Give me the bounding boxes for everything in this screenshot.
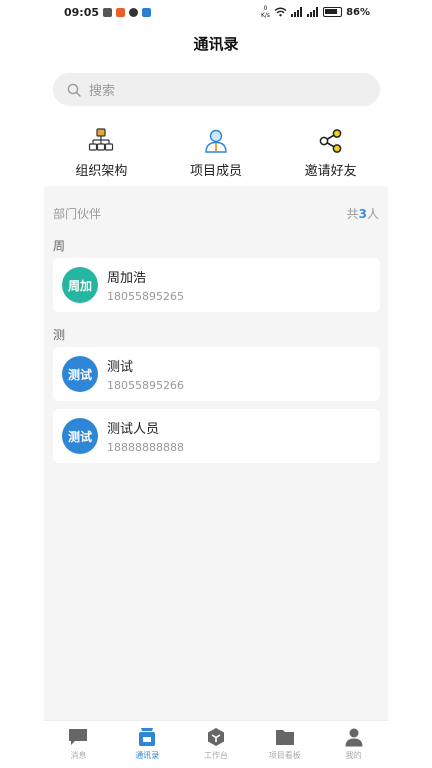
nav-project-board-label: 项目看板 bbox=[268, 751, 301, 760]
nav-workbench[interactable]: 工作台 bbox=[182, 721, 251, 768]
nav-contacts[interactable]: 通讯录 bbox=[113, 721, 182, 768]
project-members-button[interactable]: 项目成员 bbox=[159, 116, 274, 186]
profile-icon bbox=[344, 727, 364, 747]
net-speed: 0 K/s bbox=[261, 5, 270, 19]
contact-name: 周加浩 bbox=[107, 271, 147, 286]
search-input[interactable]: 搜索 bbox=[53, 73, 380, 106]
avatar: 测试 bbox=[62, 356, 98, 392]
avatar: 测试 bbox=[62, 418, 98, 454]
nav-profile-label: 我的 bbox=[345, 751, 362, 760]
invite-friends-label: 邀请好友 bbox=[304, 164, 357, 179]
group-letter: 周 bbox=[53, 239, 66, 253]
contact-name: 测试人员 bbox=[107, 422, 160, 437]
nav-messages[interactable]: 消息 bbox=[44, 721, 113, 768]
nav-contacts-label: 通讯录 bbox=[135, 751, 160, 760]
search-icon bbox=[67, 83, 81, 97]
status-bar: 09:05 0 K/s 86% bbox=[44, 0, 388, 24]
contact-name: 测试 bbox=[107, 360, 134, 375]
app-notification-icon bbox=[116, 7, 126, 17]
app2-notification-icon bbox=[142, 7, 152, 17]
workbench-icon bbox=[206, 727, 226, 747]
net-speed-value: 0 bbox=[263, 5, 268, 12]
signal-icon bbox=[291, 7, 303, 17]
message-notification-icon bbox=[129, 7, 139, 17]
member-count: 共3人 bbox=[347, 205, 379, 222]
project-members-label: 项目成员 bbox=[190, 164, 243, 179]
net-speed-unit: K/s bbox=[260, 12, 271, 19]
department-label: 部门伙伴 bbox=[53, 206, 102, 221]
member-count-value: 3 bbox=[358, 206, 367, 221]
member-count-suffix: 人 bbox=[366, 206, 379, 221]
person-icon bbox=[203, 128, 229, 154]
contact-card[interactable]: 测试 测试人员 18888888888 bbox=[53, 409, 380, 463]
nav-profile[interactable]: 我的 bbox=[319, 721, 388, 768]
app-screen: 09:05 0 K/s 86% 通讯录 搜索 组织架构 项目成员 邀请好友 部门… bbox=[44, 0, 388, 768]
signal2-icon bbox=[307, 7, 319, 17]
nav-messages-label: 消息 bbox=[70, 751, 87, 760]
contact-card[interactable]: 测试 测试 18055895266 bbox=[53, 347, 380, 401]
status-left: 09:05 bbox=[64, 5, 152, 19]
share-icon bbox=[318, 128, 344, 154]
quick-actions: 组织架构 项目成员 邀请好友 bbox=[44, 116, 388, 186]
member-count-prefix: 共 bbox=[346, 206, 359, 221]
org-structure-label: 组织架构 bbox=[75, 164, 128, 179]
group-letter: 测 bbox=[53, 328, 66, 342]
bottom-nav: 消息 通讯录 工作台 项目看板 我的 bbox=[44, 720, 388, 768]
contact-info: 测试人员 18888888888 bbox=[107, 418, 184, 454]
search-placeholder: 搜索 bbox=[89, 84, 116, 99]
status-time: 09:05 bbox=[64, 5, 100, 19]
nav-workbench-label: 工作台 bbox=[203, 751, 228, 760]
status-right: 0 K/s 86% bbox=[261, 5, 370, 19]
search-area: 搜索 bbox=[44, 64, 388, 116]
contact-phone: 18888888888 bbox=[107, 441, 184, 454]
contact-phone: 18055895266 bbox=[107, 379, 184, 392]
org-structure-button[interactable]: 组织架构 bbox=[44, 116, 159, 186]
contact-card[interactable]: 周加 周加浩 18055895265 bbox=[53, 258, 380, 312]
contact-info: 测试 18055895266 bbox=[107, 356, 184, 392]
department-header: 部门伙伴 共3人 bbox=[44, 196, 388, 230]
folder-icon bbox=[275, 727, 295, 747]
contact-phone: 18055895265 bbox=[107, 290, 184, 303]
avatar: 周加 bbox=[62, 267, 98, 303]
invite-friends-button[interactable]: 邀请好友 bbox=[273, 116, 388, 186]
notification-icon bbox=[103, 7, 113, 17]
contact-info: 周加浩 18055895265 bbox=[107, 267, 184, 303]
page-title: 通讯录 bbox=[44, 24, 388, 64]
battery-level: 86% bbox=[346, 6, 370, 18]
contacts-icon bbox=[137, 727, 157, 747]
wifi-icon bbox=[274, 7, 287, 17]
org-chart-icon bbox=[88, 128, 114, 154]
chat-icon bbox=[68, 727, 88, 747]
battery-icon bbox=[323, 7, 343, 17]
nav-project-board[interactable]: 项目看板 bbox=[250, 721, 319, 768]
